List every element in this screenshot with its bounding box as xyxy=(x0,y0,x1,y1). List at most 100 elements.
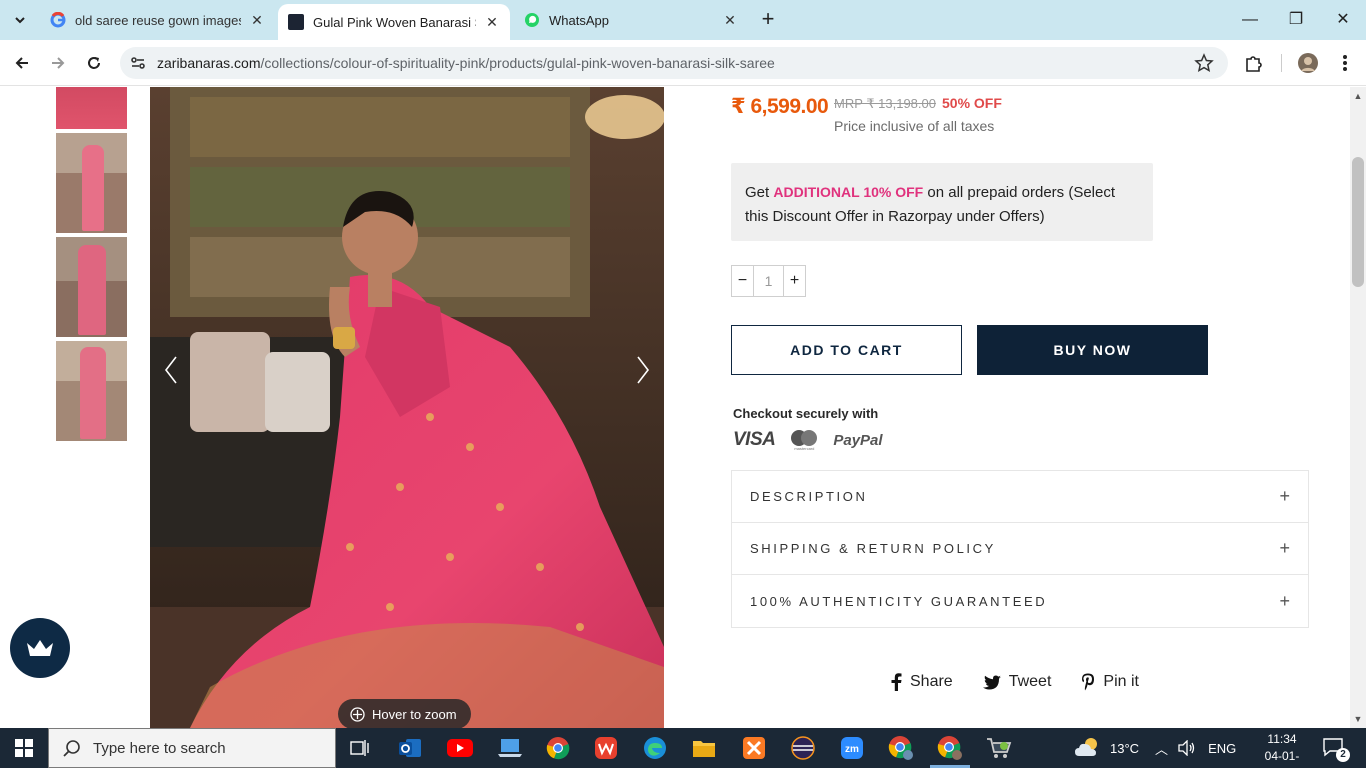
share-facebook-link[interactable]: Share xyxy=(890,673,953,691)
mastercard-text: mastercard xyxy=(794,446,815,451)
laptop-icon xyxy=(498,739,522,757)
scroll-down-icon[interactable]: ▼ xyxy=(1353,714,1363,724)
sale-price: ₹ 6,599.00 xyxy=(731,95,829,118)
task-view-icon xyxy=(350,740,369,756)
new-tab-button[interactable]: + xyxy=(758,8,778,30)
eclipse-icon xyxy=(791,736,815,760)
wps-icon xyxy=(595,737,617,759)
product-thumbnail[interactable] xyxy=(56,87,127,129)
quantity-input[interactable]: 1 xyxy=(753,266,784,296)
task-view-button[interactable] xyxy=(346,734,374,762)
profile-avatar[interactable] xyxy=(1297,52,1319,74)
add-to-cart-button[interactable]: ADD TO CART xyxy=(731,325,962,375)
youtube-app[interactable] xyxy=(446,734,474,762)
whatsapp-icon xyxy=(525,13,539,27)
product-main-image[interactable] xyxy=(150,87,664,728)
eclipse-app[interactable] xyxy=(789,734,817,762)
chrome-app-1[interactable] xyxy=(544,734,572,762)
quantity-increase-button[interactable]: + xyxy=(784,266,805,296)
tab-zari-banaras[interactable]: Gulal Pink Woven Banarasi Silk S ✕ xyxy=(278,4,510,40)
chrome-profile-icon xyxy=(937,736,962,760)
pin-label: Pin it xyxy=(1103,673,1139,690)
outlook-icon xyxy=(399,739,421,757)
volume-icon[interactable] xyxy=(1178,740,1196,756)
share-label: Share xyxy=(910,673,953,690)
google-icon xyxy=(50,12,66,28)
product-thumbnail[interactable] xyxy=(56,237,127,337)
saree-model-image xyxy=(150,87,664,728)
arrow-left-icon xyxy=(15,57,28,69)
tab-search-button[interactable] xyxy=(7,8,33,32)
buy-now-button[interactable]: BUY NOW xyxy=(977,325,1208,375)
tax-note: Price inclusive of all taxes xyxy=(834,118,995,134)
search-placeholder: Type here to search xyxy=(93,739,226,757)
minimize-button[interactable]: — xyxy=(1240,10,1260,30)
taskbar-clock[interactable]: 11:34 04-01-2025 xyxy=(1257,731,1307,782)
scroll-up-icon[interactable]: ▲ xyxy=(1353,91,1363,101)
media-app[interactable] xyxy=(496,734,524,762)
outlook-app[interactable] xyxy=(396,734,424,762)
start-button[interactable] xyxy=(0,728,48,768)
product-info-accordion: DESCRIPTION + SHIPPING & RETURN POLICY +… xyxy=(731,470,1309,628)
accordion-authenticity[interactable]: 100% AUTHENTICITY GUARANTEED + xyxy=(732,575,1308,627)
temperature-text[interactable]: 13°C xyxy=(1110,741,1139,756)
chevron-right-icon[interactable] xyxy=(635,355,651,385)
chevron-up-icon[interactable]: ︿ xyxy=(1155,739,1168,758)
edge-app[interactable] xyxy=(641,734,669,762)
url-host: zaribanaras.com xyxy=(157,55,261,71)
close-tab-icon[interactable]: ✕ xyxy=(484,14,500,30)
store-app[interactable] xyxy=(985,734,1013,762)
share-pinterest-link[interactable]: Pin it xyxy=(1081,673,1139,691)
tab-google-search[interactable]: old saree reuse gown images - G ✕ xyxy=(40,6,275,34)
windows-logo-icon xyxy=(15,739,33,757)
page-scrollbar[interactable]: ▲ ▼ xyxy=(1350,87,1366,728)
bookmark-star-icon[interactable] xyxy=(1194,53,1214,73)
chrome-app-2[interactable] xyxy=(887,734,915,762)
address-bar[interactable]: zaribanaras.com/collections/colour-of-sp… xyxy=(120,47,1228,79)
product-page: Hover to zoom ₹ 6,599.00 MRP ₹ 13,198.00… xyxy=(0,87,1350,728)
svg-text:zm: zm xyxy=(845,744,859,755)
product-thumbnail[interactable] xyxy=(56,341,127,441)
weather-cloud-icon[interactable] xyxy=(1074,736,1102,760)
share-twitter-link[interactable]: Tweet xyxy=(982,673,1052,691)
accordion-shipping-return[interactable]: SHIPPING & RETURN POLICY + xyxy=(732,523,1308,575)
forward-button[interactable] xyxy=(47,52,69,74)
language-indicator[interactable]: ENG xyxy=(1208,741,1236,756)
tab-title: old saree reuse gown images - G xyxy=(75,12,241,28)
back-button[interactable] xyxy=(11,52,33,74)
extensions-button[interactable] xyxy=(1243,52,1265,74)
zoom-app[interactable]: zm xyxy=(838,734,866,762)
close-window-button[interactable]: ✕ xyxy=(1333,10,1353,30)
quantity-decrease-button[interactable]: − xyxy=(732,266,753,296)
zari-banaras-icon xyxy=(288,14,304,30)
close-tab-icon[interactable]: ✕ xyxy=(249,12,265,28)
product-thumbnail[interactable] xyxy=(56,133,127,233)
notification-center-button[interactable]: 2 xyxy=(1322,737,1350,762)
twitter-icon xyxy=(982,675,1001,689)
xampp-icon xyxy=(743,737,765,759)
url-path: /collections/colour-of-spirituality-pink… xyxy=(260,55,775,71)
restore-button[interactable]: ❐ xyxy=(1286,10,1306,30)
browser-toolbar: zaribanaras.com/collections/colour-of-sp… xyxy=(0,40,1366,86)
edge-icon xyxy=(644,737,666,759)
browser-menu-button[interactable] xyxy=(1334,52,1356,74)
chevron-left-icon[interactable] xyxy=(163,355,179,385)
search-icon xyxy=(63,740,80,757)
reload-icon xyxy=(88,57,100,69)
taskbar-search-box[interactable]: Type here to search xyxy=(48,728,336,768)
xampp-app[interactable] xyxy=(740,734,768,762)
scrollbar-thumb[interactable] xyxy=(1352,157,1364,287)
tweet-label: Tweet xyxy=(1008,673,1052,690)
url-text: zaribanaras.com/collections/colour-of-sp… xyxy=(157,55,775,71)
tab-whatsapp[interactable]: WhatsApp ✕ xyxy=(514,6,748,34)
rewards-launcher-button[interactable] xyxy=(10,618,70,678)
chrome-app-3[interactable] xyxy=(936,734,964,762)
site-settings-icon[interactable] xyxy=(128,53,148,73)
reload-button[interactable] xyxy=(83,52,105,74)
cart-icon xyxy=(987,738,1012,758)
close-tab-icon[interactable]: ✕ xyxy=(722,12,738,28)
checkout-securely-label: Checkout securely with xyxy=(733,406,879,421)
file-explorer-app[interactable] xyxy=(690,734,718,762)
wps-office-app[interactable] xyxy=(592,734,620,762)
accordion-description[interactable]: DESCRIPTION + xyxy=(732,471,1308,523)
